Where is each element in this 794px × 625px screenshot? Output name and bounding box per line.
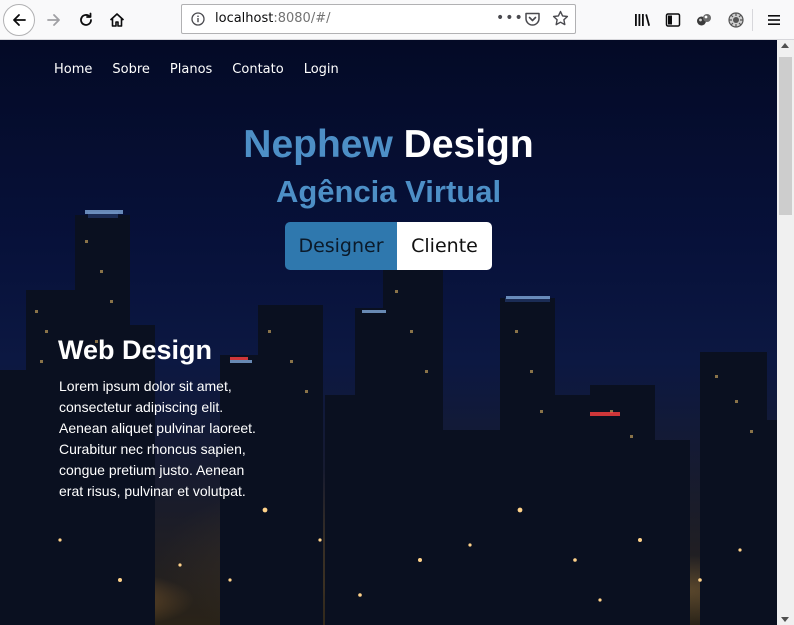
bookmark-star-icon[interactable] <box>552 10 569 27</box>
section-text: Lorem ipsum dolor sit amet, consectetur … <box>59 378 256 499</box>
sidebar-icon <box>665 13 681 27</box>
site-nav: Home Sobre Planos Contato Login <box>54 62 339 77</box>
scroll-up-arrow-icon[interactable] <box>781 43 789 48</box>
library-button[interactable] <box>626 4 658 36</box>
menu-button[interactable] <box>758 4 790 36</box>
forward-arrow-icon <box>47 14 60 26</box>
section-title: Web Design <box>58 335 213 365</box>
page-scrollbar[interactable] <box>777 40 794 625</box>
back-button[interactable] <box>3 4 35 36</box>
pocket-icon[interactable] <box>524 11 541 27</box>
info-icon[interactable] <box>191 12 205 26</box>
toolbar-separator <box>752 9 753 31</box>
sidebar-button[interactable] <box>657 4 689 36</box>
forward-button[interactable] <box>38 4 70 36</box>
nav-home[interactable]: Home <box>54 62 92 77</box>
page-actions-icon[interactable]: ••• <box>496 10 524 26</box>
nav-contato[interactable]: Contato <box>232 62 283 77</box>
designer-button[interactable]: Designer <box>285 222 397 270</box>
back-arrow-icon <box>13 14 26 26</box>
nav-planos[interactable]: Planos <box>170 62 212 77</box>
hero-title-brand: Nephew <box>243 123 393 166</box>
nav-login[interactable]: Login <box>304 62 339 77</box>
browser-toolbar: localhost:8080/#/ ••• <box>0 0 794 40</box>
url-bar[interactable]: localhost:8080/#/ ••• <box>181 4 576 34</box>
hero-title-design: Design <box>403 123 534 166</box>
role-button-group: Designer Cliente <box>285 222 492 270</box>
hamburger-menu-icon <box>768 15 780 25</box>
library-icon <box>635 14 650 26</box>
url-text[interactable]: localhost:8080/#/ <box>215 11 330 26</box>
home-icon <box>109 13 125 27</box>
extension-button-2[interactable] <box>720 4 752 36</box>
url-path: :8080/#/ <box>273 11 331 26</box>
extension-button-1[interactable] <box>688 4 720 36</box>
hero-subtitle: Agência Virtual <box>275 174 502 209</box>
scroll-down-arrow-icon[interactable] <box>781 617 789 622</box>
reload-icon <box>80 12 92 26</box>
cliente-button[interactable]: Cliente <box>397 222 492 270</box>
nav-sobre[interactable]: Sobre <box>112 62 150 77</box>
extension-balls-icon <box>697 14 711 26</box>
home-button[interactable] <box>101 4 133 36</box>
extension-gear-icon <box>728 12 744 28</box>
url-host: localhost <box>215 11 274 26</box>
scrollbar-thumb[interactable] <box>779 57 792 215</box>
hero-title: Nephew Design <box>0 122 777 168</box>
reload-button[interactable] <box>70 4 102 36</box>
page-viewport: Home Sobre Planos Contato Login Nephew D… <box>0 40 777 625</box>
